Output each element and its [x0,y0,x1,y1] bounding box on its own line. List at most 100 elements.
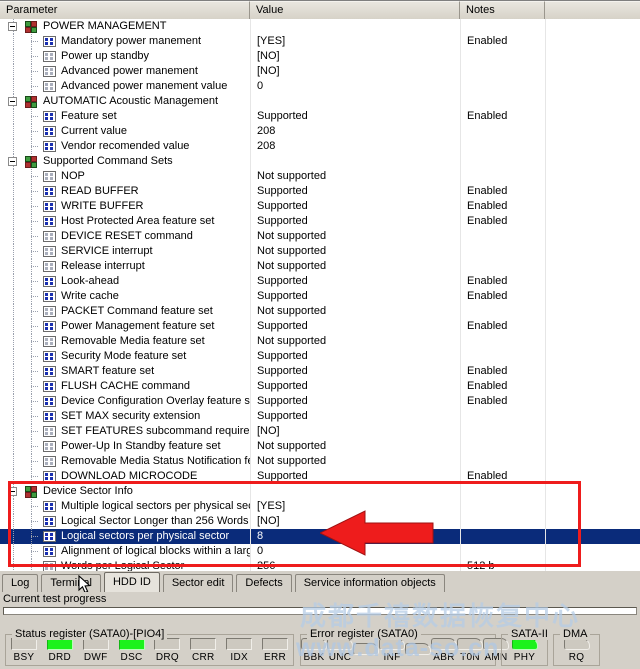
table-row[interactable]: Power up standby [NO] [0,49,640,64]
parameter-listview[interactable]: Parameter Value Notes POWER MANAGEMENT Ma… [0,0,640,572]
table-row[interactable]: AUTOMATIC Acoustic Management [0,94,640,109]
group-node-icon [25,95,38,108]
table-row[interactable]: SMART feature set Supported Enabled [0,364,640,379]
table-row[interactable]: Removable Media Status Notification feat… [0,454,640,469]
tree-node[interactable]: Supported Command Sets [25,154,173,169]
table-row[interactable]: WRITE BUFFER Supported Enabled [0,199,640,214]
cell-filler [545,304,640,319]
tree-node[interactable]: Removable Media Status Notification feat… [43,454,250,469]
tree-node[interactable]: WRITE BUFFER [43,199,144,214]
tree-node[interactable]: POWER MANAGEMENT [25,19,166,34]
collapse-expander-icon[interactable] [8,487,17,496]
tree-node[interactable]: Removable Media feature set [43,334,205,349]
tree-node[interactable]: DOWNLOAD MICROCODE [43,469,197,484]
tree-node[interactable]: READ BUFFER [43,184,139,199]
tree-node[interactable]: SET MAX security extension [43,409,200,424]
table-row[interactable]: Vendor recomended value 208 [0,139,640,154]
tree-node[interactable]: Release interrupt [43,259,145,274]
table-row[interactable]: POWER MANAGEMENT [0,19,640,34]
tree-node[interactable]: Vendor recomended value [43,139,189,154]
tree-node[interactable]: Write cache [43,289,119,304]
column-header-notes[interactable]: Notes [460,1,545,19]
tree-node[interactable]: Multiple logical sectors per physical se… [43,499,250,514]
tab-bar[interactable]: Log Terminal HDD ID Sector edit Defects … [0,571,640,592]
tree-node[interactable]: NOP [43,169,85,184]
table-row[interactable]: Host Protected Area feature set Supported… [0,214,640,229]
table-row[interactable]: Security Mode feature set Supported [0,349,640,364]
tab-log[interactable]: Log [2,574,39,592]
collapse-expander-icon[interactable] [8,22,17,31]
tree-node[interactable]: Logical sectors per physical sector [43,529,229,544]
tree-node[interactable]: Power Management feature set [43,319,214,334]
collapse-expander-icon[interactable] [8,97,17,106]
tree-node[interactable]: Host Protected Area feature set [43,214,214,229]
tree-node[interactable]: Feature set [43,109,117,124]
tab-sector-edit[interactable]: Sector edit [162,574,234,592]
status-register-title: Status register (SATA0)-[PIO4] [12,628,168,640]
tree-node[interactable]: AUTOMATIC Acoustic Management [25,94,218,109]
parameter-node-icon [43,111,56,122]
tree-node[interactable]: Logical Sector Longer than 256 Words [43,514,249,529]
table-row[interactable]: Multiple logical sectors per physical se… [0,499,640,514]
table-row[interactable]: NOP Not supported [0,169,640,184]
tree-node[interactable]: FLUSH CACHE command [43,379,190,394]
table-row[interactable]: SET MAX security extension Supported [0,409,640,424]
table-row[interactable]: Advanced power manement value 0 [0,79,640,94]
tab-terminal[interactable]: Terminal [41,574,101,592]
cell-value: Supported [250,319,460,334]
tree-guide-line [13,274,14,289]
tree-node[interactable]: SERVICE interrupt [43,244,153,259]
table-row[interactable]: DOWNLOAD MICROCODE Supported Enabled [0,469,640,484]
tree-node[interactable]: DEVICE RESET command [43,229,193,244]
tree-node[interactable]: Advanced power manement value [43,79,227,94]
tree-node[interactable]: Security Mode feature set [43,349,186,364]
table-row[interactable]: Advanced power manement [NO] [0,64,640,79]
table-row[interactable]: SERVICE interrupt Not supported [0,244,640,259]
tab-service-information-objects[interactable]: Service information objects [294,574,445,592]
collapse-expander-icon[interactable] [8,157,17,166]
tree-node[interactable]: SET FEATURES subcommand required to spin… [43,424,250,439]
table-row[interactable]: FLUSH CACHE command Supported Enabled [0,379,640,394]
table-row[interactable]: Mandatory power manement [YES] Enabled [0,34,640,49]
table-row[interactable]: DEVICE RESET command Not supported [0,229,640,244]
tree-node[interactable]: PACKET Command feature set [43,304,213,319]
tree-node[interactable]: Look-ahead [43,274,119,289]
tree-node[interactable]: Advanced power manement [43,64,198,79]
table-row[interactable]: Write cache Supported Enabled [0,289,640,304]
table-row[interactable]: Device Configuration Overlay feature set… [0,394,640,409]
tree-node[interactable]: Device Sector Info [25,484,133,499]
table-row[interactable]: Logical Sector Longer than 256 Words [NO] [0,514,640,529]
tree-node[interactable]: Mandatory power manement [43,34,201,49]
cell-parameter: Logical sectors per physical sector [0,529,250,544]
table-row[interactable]: Power-Up In Standby feature set Not suppo… [0,439,640,454]
table-row[interactable]: Current value 208 [0,124,640,139]
tab-hdd-id[interactable]: HDD ID [103,572,160,592]
table-row[interactable]: Device Sector Info [0,484,640,499]
table-row[interactable]: Supported Command Sets [0,154,640,169]
table-row-selected[interactable]: Logical sectors per physical sector 8 [0,529,640,544]
table-row[interactable]: Release interrupt Not supported [0,259,640,274]
listview-rows[interactable]: POWER MANAGEMENT Mandatory power manement… [0,19,640,572]
cell-value: Not supported [250,439,460,454]
table-row[interactable]: Removable Media feature set Not supported [0,334,640,349]
table-row[interactable]: PACKET Command feature set Not supported [0,304,640,319]
table-row[interactable]: Alignment of logical blocks within a lar… [0,544,640,559]
tree-node[interactable]: SMART feature set [43,364,154,379]
tree-node[interactable]: Current value [43,124,127,139]
tree-guide-line [13,499,14,514]
tree-node[interactable]: Power up standby [43,49,149,64]
tree-node[interactable]: Power-Up In Standby feature set [43,439,221,454]
parameter-node-icon [43,396,56,407]
column-header-parameter[interactable]: Parameter [0,1,250,19]
table-row[interactable]: Look-ahead Supported Enabled [0,274,640,289]
table-row[interactable]: READ BUFFER Supported Enabled [0,184,640,199]
tree-node[interactable]: Device Configuration Overlay feature set [43,394,250,409]
table-row[interactable]: Feature set Supported Enabled [0,109,640,124]
table-row[interactable]: SET FEATURES subcommand required to spin… [0,424,640,439]
column-header-value[interactable]: Value [250,1,460,19]
tree-hook-line [31,191,39,192]
cell-parameter: Removable Media feature set [0,334,250,349]
tree-node[interactable]: Alignment of logical blocks within a lar… [43,544,250,559]
tab-defects[interactable]: Defects [236,574,292,592]
table-row[interactable]: Power Management feature set Supported Ena… [0,319,640,334]
